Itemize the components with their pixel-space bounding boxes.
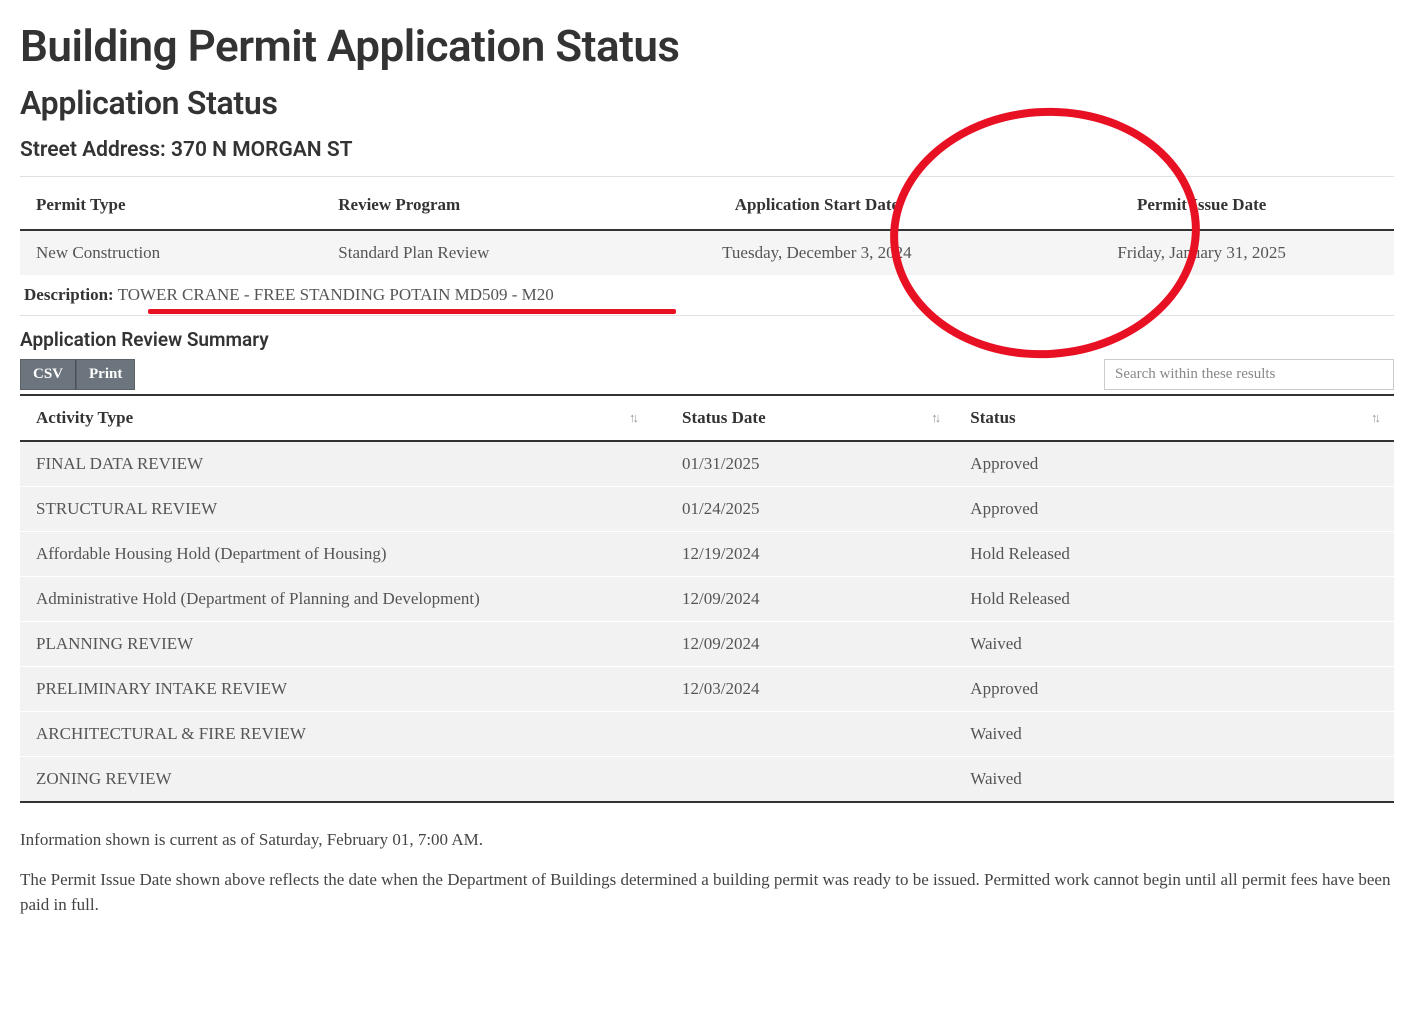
table-row: STRUCTURAL REVIEW01/24/2025Approved (20, 487, 1394, 532)
header-activity-type[interactable]: Activity Type ↑↓ (20, 395, 652, 441)
table-row: PRELIMINARY INTAKE REVIEW12/03/2024Appro… (20, 667, 1394, 712)
header-status-date[interactable]: Status Date ↑↓ (652, 395, 954, 441)
cell-status-date: 12/09/2024 (652, 622, 954, 667)
description-label: Description: (24, 285, 114, 304)
cell-status: Approved (954, 667, 1394, 712)
header-review-program: Review Program (322, 181, 624, 230)
table-row: Affordable Housing Hold (Department of H… (20, 532, 1394, 577)
cell-status: Hold Released (954, 577, 1394, 622)
annotation-underline (148, 309, 676, 314)
table-row: ZONING REVIEW Waived (20, 757, 1394, 803)
sort-icon: ↑↓ (1371, 410, 1378, 426)
disclaimer-section: Information shown is current as of Satur… (20, 827, 1394, 918)
description-row: Description: TOWER CRANE - FREE STANDING… (20, 275, 1394, 316)
summary-table: Permit Type Review Program Application S… (20, 181, 1394, 275)
cell-activity: FINAL DATA REVIEW (20, 441, 652, 487)
cell-status-date: 12/09/2024 (652, 577, 954, 622)
cell-status: Hold Released (954, 532, 1394, 577)
cell-permit-type: New Construction (20, 230, 322, 275)
street-address: Street Address: 370 N MORGAN ST (20, 138, 1394, 162)
cell-activity: Affordable Housing Hold (Department of H… (20, 532, 652, 577)
table-row: PLANNING REVIEW12/09/2024Waived (20, 622, 1394, 667)
table-row: Administrative Hold (Department of Plann… (20, 577, 1394, 622)
cell-status-date: 12/03/2024 (652, 667, 954, 712)
description-value: TOWER CRANE - FREE STANDING POTAIN MD509… (114, 285, 554, 304)
cell-status-date (652, 757, 954, 803)
cell-status: Approved (954, 487, 1394, 532)
csv-button[interactable]: CSV (20, 359, 76, 390)
cell-status: Approved (954, 441, 1394, 487)
search-input[interactable] (1104, 359, 1394, 390)
header-issue-date: Permit Issue Date (1009, 181, 1394, 230)
cell-status: Waived (954, 757, 1394, 803)
cell-issue-date: Friday, January 31, 2025 (1009, 230, 1394, 275)
cell-status-date: 01/24/2025 (652, 487, 954, 532)
cell-activity: Administrative Hold (Department of Plann… (20, 577, 652, 622)
cell-status-date (652, 712, 954, 757)
section-title: Application Status (20, 84, 1394, 122)
address-label: Street Address: (20, 138, 171, 162)
button-group: CSV Print (20, 359, 135, 390)
print-button[interactable]: Print (76, 359, 135, 390)
header-activity-label: Activity Type (36, 408, 133, 427)
address-value: 370 N MORGAN ST (171, 138, 353, 162)
review-summary-title: Application Review Summary (20, 328, 1394, 351)
header-status[interactable]: Status ↑↓ (954, 395, 1394, 441)
disclaimer-currency: Information shown is current as of Satur… (20, 827, 1394, 853)
cell-review-program: Standard Plan Review (322, 230, 624, 275)
cell-status-date: 01/31/2025 (652, 441, 954, 487)
cell-status: Waived (954, 712, 1394, 757)
page-title: Building Permit Application Status (20, 20, 1394, 72)
review-table: Activity Type ↑↓ Status Date ↑↓ Status ↑… (20, 394, 1394, 803)
header-status-date-label: Status Date (682, 408, 766, 427)
toolbar: CSV Print (20, 359, 1394, 390)
cell-activity: PRELIMINARY INTAKE REVIEW (20, 667, 652, 712)
cell-activity: ZONING REVIEW (20, 757, 652, 803)
table-row: ARCHITECTURAL & FIRE REVIEW Waived (20, 712, 1394, 757)
sort-icon: ↑↓ (629, 410, 636, 426)
cell-activity: STRUCTURAL REVIEW (20, 487, 652, 532)
cell-app-start: Tuesday, December 3, 2024 (625, 230, 1010, 275)
cell-status-date: 12/19/2024 (652, 532, 954, 577)
header-app-start: Application Start Date (625, 181, 1010, 230)
cell-activity: PLANNING REVIEW (20, 622, 652, 667)
cell-activity: ARCHITECTURAL & FIRE REVIEW (20, 712, 652, 757)
summary-row: New Construction Standard Plan Review Tu… (20, 230, 1394, 275)
cell-status: Waived (954, 622, 1394, 667)
table-row: FINAL DATA REVIEW01/31/2025Approved (20, 441, 1394, 487)
sort-icon: ↑↓ (931, 410, 938, 426)
divider (20, 176, 1394, 177)
header-status-label: Status (970, 408, 1015, 427)
disclaimer-issue-date: The Permit Issue Date shown above reflec… (20, 867, 1394, 918)
header-permit-type: Permit Type (20, 181, 322, 230)
